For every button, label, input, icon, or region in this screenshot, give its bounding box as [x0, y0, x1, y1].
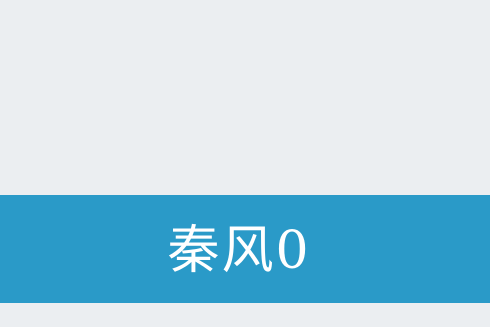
name-banner[interactable]: 秦风0: [0, 195, 490, 303]
footer-area: [0, 303, 490, 327]
banner-label: 秦风0: [167, 221, 311, 281]
content-area: [0, 0, 490, 195]
